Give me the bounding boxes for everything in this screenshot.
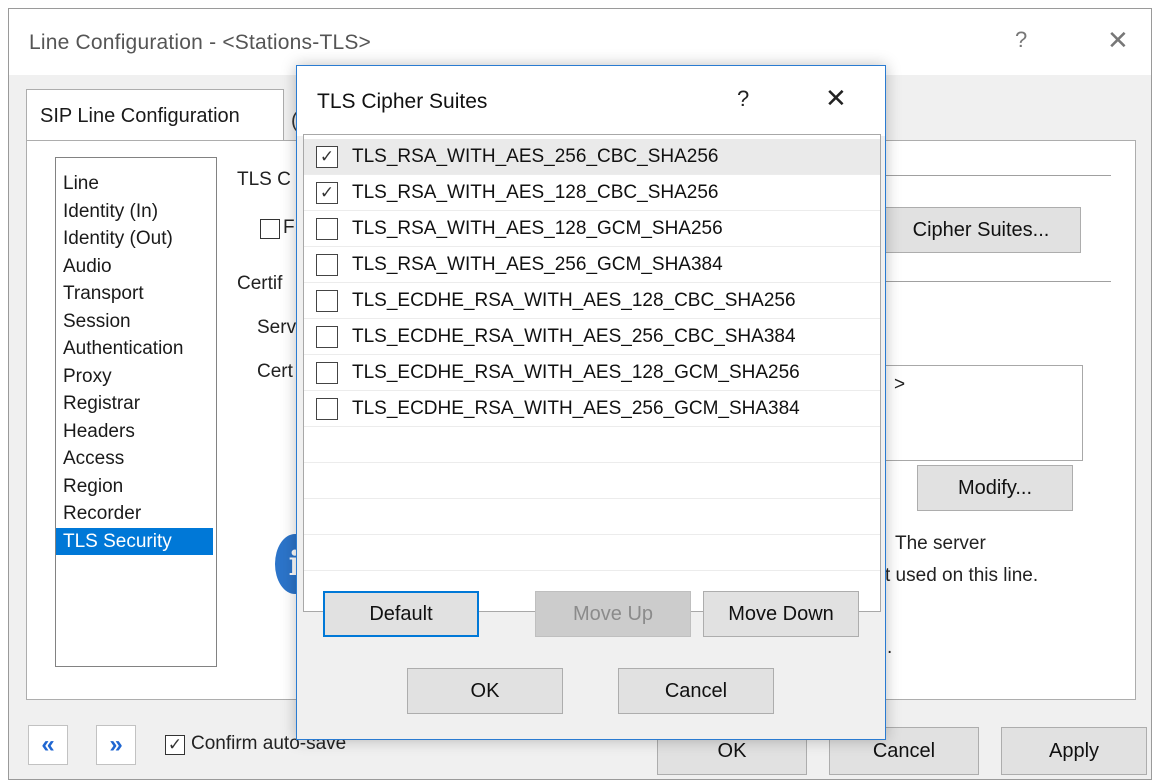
sidebar-item-audio[interactable]: Audio — [56, 253, 216, 281]
empty-row — [304, 427, 880, 463]
certificate-label: Cert — [257, 361, 293, 382]
tls-option-label: F — [283, 217, 295, 238]
sidebar-item-transport[interactable]: Transport — [56, 280, 216, 308]
cipher-row[interactable]: TLS_RSA_WITH_AES_256_GCM_SHA384 — [304, 247, 880, 283]
sidebar-item-identity-out[interactable]: Identity (Out) — [56, 225, 216, 253]
sidebar-item-access[interactable]: Access — [56, 445, 216, 473]
move-up-button[interactable]: Move Up — [535, 591, 691, 637]
window-help-icon[interactable]: ? — [1015, 27, 1027, 53]
window-title: Line Configuration - <Stations-TLS> — [29, 31, 372, 54]
empty-row — [304, 499, 880, 535]
info-text-dot: . — [887, 637, 893, 658]
sidebar-item-tls-security[interactable]: TLS Security — [56, 527, 213, 555]
cipher-name: TLS_RSA_WITH_AES_256_CBC_SHA256 — [352, 145, 719, 167]
cipher-checkbox[interactable] — [316, 253, 338, 276]
cipher-checkbox[interactable] — [316, 325, 338, 348]
certificate-value: > — [894, 374, 906, 395]
certificate-section-heading: Certif — [237, 273, 283, 294]
next-page-icon[interactable]: » — [96, 725, 136, 765]
sidebar-item-registrar[interactable]: Registrar — [56, 390, 216, 418]
empty-row — [304, 463, 880, 499]
tab-sip-line-configuration[interactable]: SIP Line Configuration — [26, 89, 284, 141]
cipher-checkbox[interactable] — [316, 289, 338, 312]
previous-page-icon[interactable]: « — [28, 725, 68, 765]
cipher-row[interactable]: TLS_ECDHE_RSA_WITH_AES_256_GCM_SHA384 — [304, 391, 880, 427]
cipher-row[interactable]: ✓ TLS_RSA_WITH_AES_256_CBC_SHA256 — [304, 139, 880, 175]
cipher-name: TLS_ECDHE_RSA_WITH_AES_256_CBC_SHA384 — [352, 325, 796, 347]
cipher-suites-button[interactable]: Cipher Suites... — [881, 207, 1081, 253]
cipher-name: TLS_ECDHE_RSA_WITH_AES_128_GCM_SHA256 — [352, 361, 800, 383]
dialog-cancel-button[interactable]: Cancel — [618, 668, 774, 714]
cipher-row[interactable]: ✓ TLS_RSA_WITH_AES_128_CBC_SHA256 — [304, 175, 880, 211]
sidebar-item-line[interactable]: Line — [56, 170, 216, 198]
cipher-row[interactable]: TLS_ECDHE_RSA_WITH_AES_128_CBC_SHA256 — [304, 283, 880, 319]
cipher-name: TLS_ECDHE_RSA_WITH_AES_256_GCM_SHA384 — [352, 397, 800, 419]
move-down-button[interactable]: Move Down — [703, 591, 859, 637]
tls-cipher-suites-dialog: TLS Cipher Suites ? ✕ ✓ TLS_RSA_WITH_AES… — [296, 65, 886, 740]
server-label: Serv — [257, 317, 297, 338]
sidebar-item-region[interactable]: Region — [56, 473, 216, 501]
confirm-autosave-checkbox[interactable]: ✓ — [165, 735, 185, 755]
default-button[interactable]: Default — [323, 591, 479, 637]
cipher-checkbox[interactable]: ✓ — [316, 145, 338, 168]
sidebar-list: Line Identity (In) Identity (Out) Audio … — [55, 157, 217, 667]
sidebar-item-headers[interactable]: Headers — [56, 418, 216, 446]
dialog-help-icon[interactable]: ? — [737, 86, 749, 112]
cipher-checkbox[interactable] — [316, 217, 338, 240]
modify-button[interactable]: Modify... — [917, 465, 1073, 511]
info-text-line2: t used on this line. — [885, 565, 1039, 586]
dialog-close-icon[interactable]: ✕ — [825, 83, 847, 114]
dialog-title: TLS Cipher Suites — [317, 90, 488, 113]
cipher-name: TLS_RSA_WITH_AES_128_GCM_SHA256 — [352, 217, 723, 239]
sidebar-item-proxy[interactable]: Proxy — [56, 363, 216, 391]
sidebar-item-session[interactable]: Session — [56, 308, 216, 336]
cipher-name: TLS_ECDHE_RSA_WITH_AES_128_CBC_SHA256 — [352, 289, 796, 311]
sidebar-item-authentication[interactable]: Authentication — [56, 335, 216, 363]
cipher-row[interactable]: TLS_ECDHE_RSA_WITH_AES_128_GCM_SHA256 — [304, 355, 880, 391]
sidebar-item-recorder[interactable]: Recorder — [56, 500, 216, 528]
cipher-row[interactable]: TLS_RSA_WITH_AES_128_GCM_SHA256 — [304, 211, 880, 247]
dialog-ok-button[interactable]: OK — [407, 668, 563, 714]
tls-option-checkbox[interactable] — [260, 219, 280, 239]
cipher-name: TLS_RSA_WITH_AES_128_CBC_SHA256 — [352, 181, 719, 203]
cipher-row[interactable]: TLS_ECDHE_RSA_WITH_AES_256_CBC_SHA384 — [304, 319, 880, 355]
cipher-suite-list: ✓ TLS_RSA_WITH_AES_256_CBC_SHA256 ✓ TLS_… — [303, 134, 881, 612]
tls-section-heading: TLS C — [237, 169, 291, 190]
empty-row — [304, 535, 880, 571]
certificate-details-box: > — [883, 365, 1083, 461]
cipher-checkbox[interactable] — [316, 397, 338, 420]
info-text-line1: The server — [895, 533, 986, 554]
cipher-checkbox[interactable] — [316, 361, 338, 384]
certificate-section-divider — [879, 281, 1111, 282]
window-close-icon[interactable]: ✕ — [1107, 25, 1129, 56]
sidebar-item-identity-in[interactable]: Identity (In) — [56, 198, 216, 226]
cipher-checkbox[interactable]: ✓ — [316, 181, 338, 204]
cipher-name: TLS_RSA_WITH_AES_256_GCM_SHA384 — [352, 253, 723, 275]
tls-section-divider — [879, 175, 1111, 176]
apply-button[interactable]: Apply — [1001, 727, 1147, 775]
